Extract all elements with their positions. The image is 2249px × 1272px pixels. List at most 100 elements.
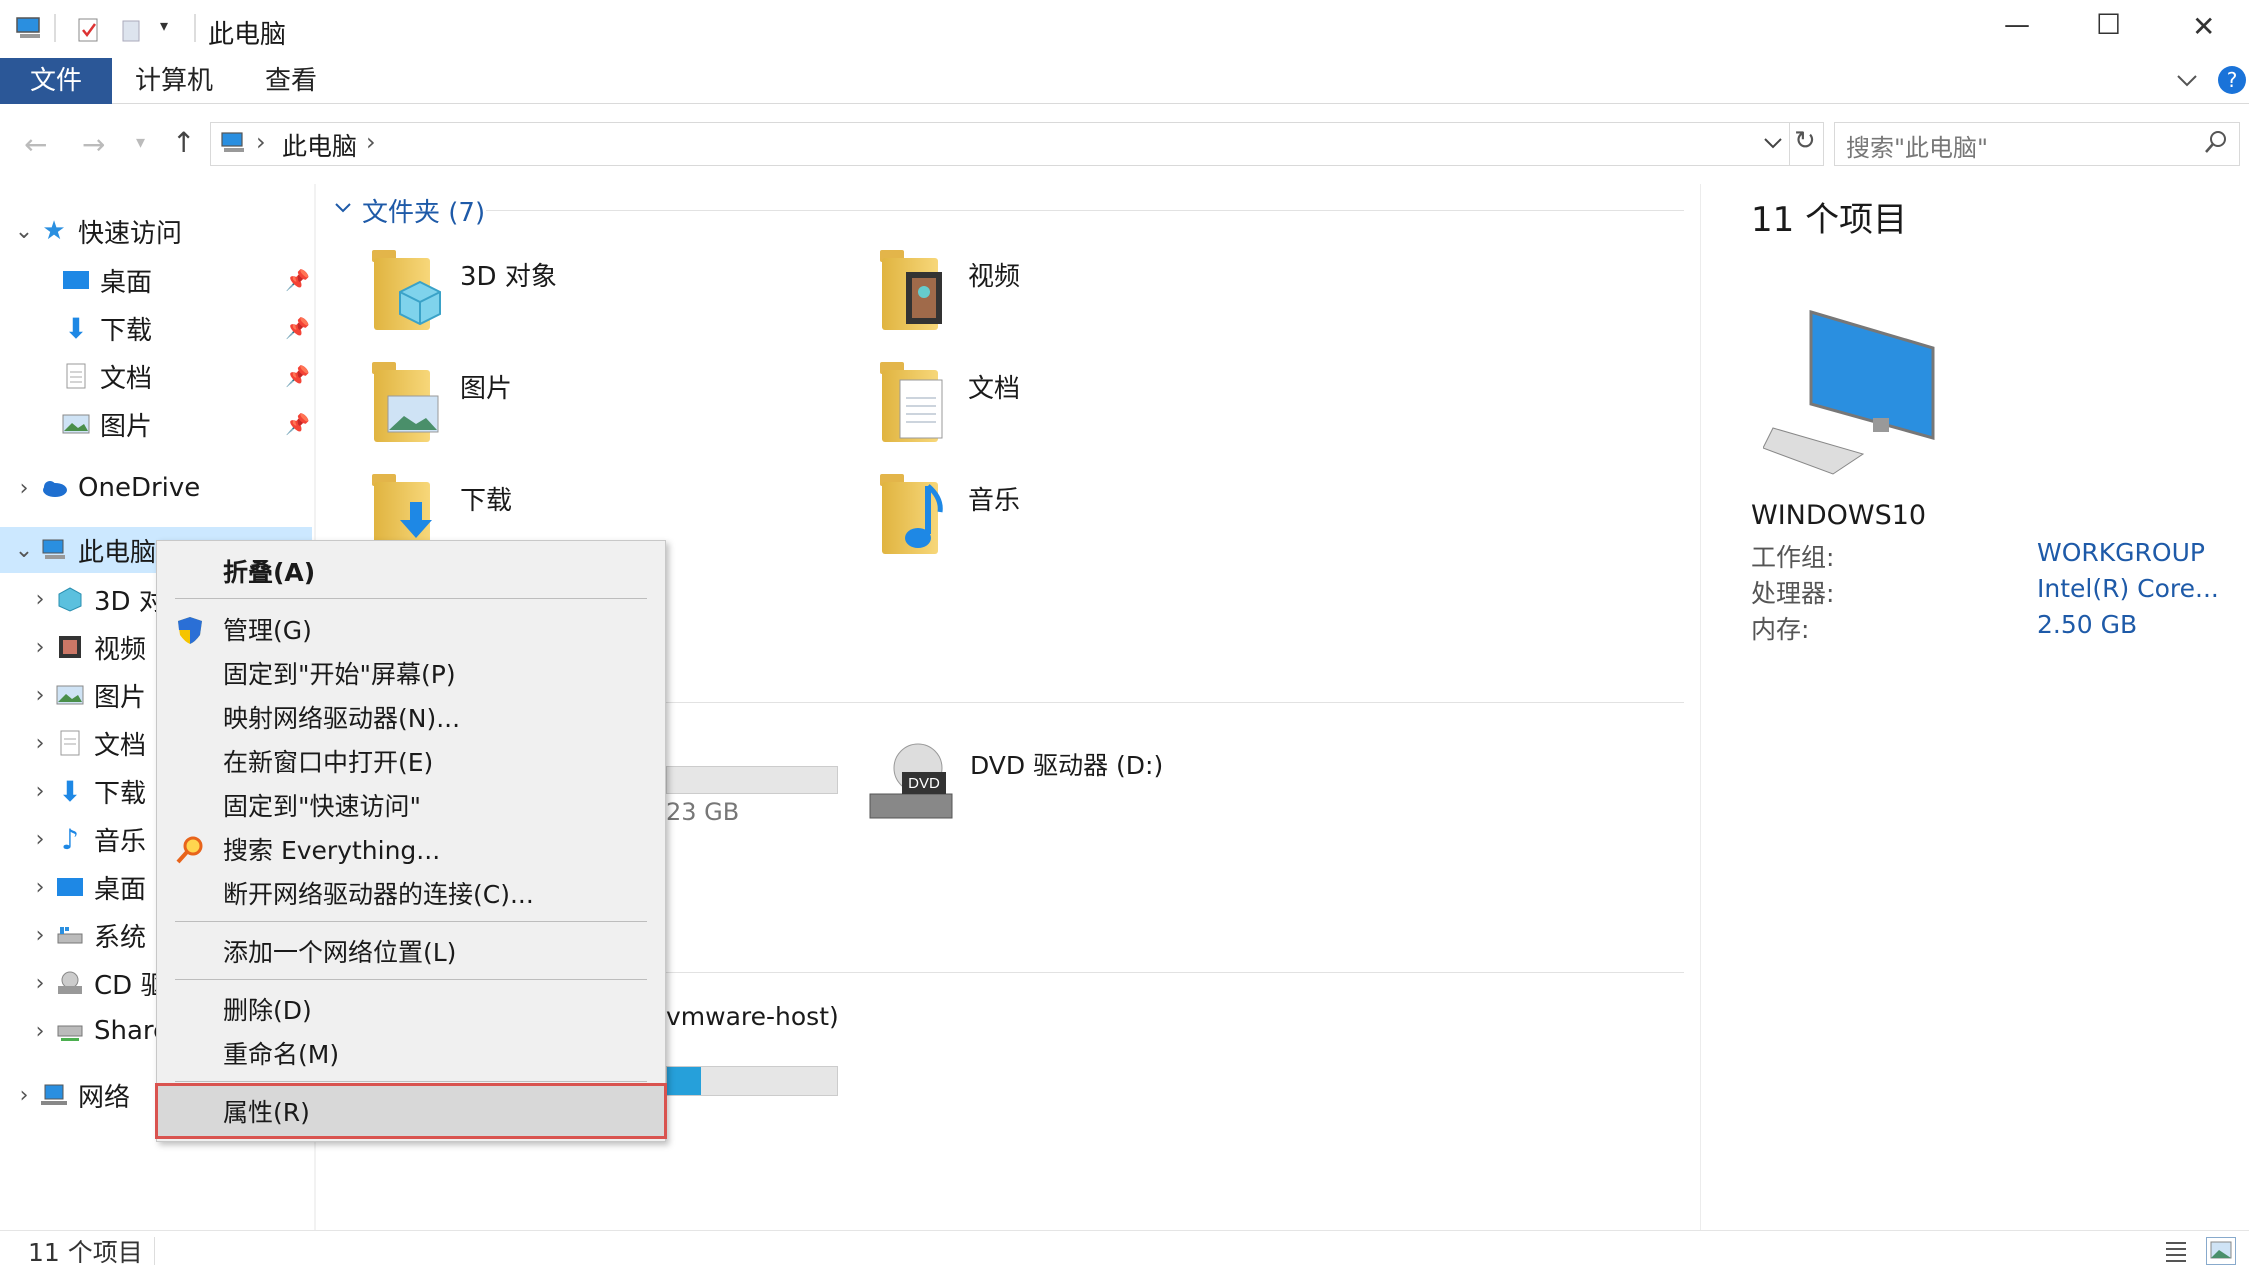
dvd-drive-item[interactable]: DVD DVD 驱动器 (D:) bbox=[866, 740, 1306, 840]
network-location-label[interactable]: vmware-host) bbox=[666, 1002, 839, 1031]
expand-chevron-icon[interactable]: › bbox=[26, 683, 54, 708]
nav-desktop[interactable]: 桌面 📌 bbox=[60, 257, 310, 303]
expand-chevron-icon[interactable]: › bbox=[26, 731, 54, 756]
expand-chevron-icon[interactable]: › bbox=[26, 587, 54, 612]
nav-downloads[interactable]: ⬇ 下载 📌 bbox=[60, 305, 310, 351]
tab-computer[interactable]: 计算机 bbox=[124, 58, 224, 104]
menu-item-rename[interactable]: 重命名(M) bbox=[157, 1031, 665, 1075]
nav-label: 图片 bbox=[100, 411, 153, 442]
details-view-icon[interactable] bbox=[2162, 1237, 2190, 1265]
status-bar: 11 个项目 bbox=[0, 1230, 2249, 1272]
menu-separator bbox=[175, 598, 647, 599]
expand-chevron-icon[interactable]: › bbox=[26, 779, 54, 804]
expand-chevron-icon[interactable]: ⌄ bbox=[10, 219, 38, 244]
quick-access-dropdown-icon[interactable]: ▾ bbox=[160, 16, 168, 35]
nav-pc-videos[interactable]: › 视频 bbox=[26, 624, 146, 670]
nav-pc-system[interactable]: › 系统 bbox=[26, 912, 146, 958]
expand-chevron-icon[interactable]: › bbox=[26, 827, 54, 852]
search-input[interactable]: 搜索"此电脑" bbox=[1846, 128, 1988, 163]
nav-pc-cd[interactable]: › CD 驱 bbox=[26, 960, 167, 1006]
folders-section-header[interactable]: 文件夹 (7) bbox=[362, 192, 485, 229]
nav-label: 桌面 bbox=[94, 874, 147, 905]
ribbon-expand-icon[interactable] bbox=[2172, 66, 2202, 96]
expand-chevron-icon[interactable]: › bbox=[10, 476, 38, 501]
up-icon[interactable]: ↑ bbox=[172, 126, 195, 159]
cube-icon bbox=[54, 585, 86, 613]
nav-label: 音乐 bbox=[94, 826, 147, 857]
expand-chevron-icon[interactable]: › bbox=[26, 923, 54, 948]
expand-chevron-icon[interactable]: › bbox=[26, 971, 54, 996]
folder-label: 文档 bbox=[968, 374, 1021, 404]
nav-pc-desktop[interactable]: › 桌面 bbox=[26, 864, 146, 910]
menu-item-delete[interactable]: 删除(D) bbox=[157, 987, 665, 1031]
nav-pictures[interactable]: 图片 📌 bbox=[60, 401, 310, 447]
network-usage-bar bbox=[666, 1066, 838, 1096]
large-icons-view-icon[interactable] bbox=[2206, 1237, 2236, 1265]
menu-item-add-network-location[interactable]: 添加一个网络位置(L) bbox=[157, 929, 665, 973]
nav-network[interactable]: › 网络 bbox=[10, 1072, 130, 1118]
folder-3d-objects[interactable]: 3D 对象 bbox=[366, 244, 557, 332]
menu-item-properties[interactable]: 属性(R) bbox=[157, 1089, 665, 1133]
expand-chevron-icon[interactable]: ⌄ bbox=[10, 538, 38, 563]
menu-item-manage[interactable]: 管理(G) bbox=[157, 607, 665, 651]
pin-icon[interactable]: 📌 bbox=[285, 316, 310, 340]
section-collapse-icon[interactable] bbox=[332, 196, 354, 220]
new-folder-icon[interactable] bbox=[120, 16, 144, 44]
help-icon[interactable]: ? bbox=[2218, 66, 2246, 94]
expand-chevron-icon[interactable]: › bbox=[26, 1019, 54, 1044]
folder-label: 音乐 bbox=[968, 486, 1021, 516]
nav-pc-3d[interactable]: › 3D 对 bbox=[26, 576, 165, 622]
section-rule bbox=[486, 210, 1684, 211]
menu-item-map-drive[interactable]: 映射网络驱动器(N)... bbox=[157, 695, 665, 739]
nav-pc-pictures[interactable]: › 图片 bbox=[26, 672, 146, 718]
nav-pc-music[interactable]: › ♪ 音乐 bbox=[26, 816, 146, 862]
tab-file[interactable]: 文件 bbox=[0, 58, 112, 104]
folder-videos[interactable]: 视频 bbox=[874, 244, 1020, 332]
expand-chevron-icon[interactable]: › bbox=[10, 1083, 38, 1108]
drive-usage-bar bbox=[666, 766, 838, 794]
address-dropdown-icon[interactable] bbox=[1760, 128, 1786, 158]
folder-music[interactable]: 音乐 bbox=[874, 468, 1020, 556]
menu-item-open-new-window[interactable]: 在新窗口中打开(E) bbox=[157, 739, 665, 783]
nav-label: 快速访问 bbox=[78, 218, 183, 249]
tab-view[interactable]: 查看 bbox=[246, 58, 336, 104]
path-chevron-icon-2[interactable]: › bbox=[366, 128, 376, 156]
nav-pc-share[interactable]: › Share bbox=[26, 1008, 169, 1054]
search-icon[interactable] bbox=[2202, 128, 2230, 158]
menu-item-disconnect-drive[interactable]: 断开网络驱动器的连接(C)... bbox=[157, 871, 665, 915]
minimize-button[interactable]: — bbox=[2004, 10, 2030, 40]
menu-item-search-everything[interactable]: 搜索 Everything... bbox=[157, 827, 665, 871]
folder-pictures[interactable]: 图片 bbox=[366, 356, 512, 444]
nav-pc-documents[interactable]: › 文档 bbox=[26, 720, 146, 766]
pin-icon[interactable]: 📌 bbox=[285, 268, 310, 292]
path-segment[interactable]: 此电脑 bbox=[282, 127, 357, 163]
menu-item-pin-start[interactable]: 固定到"开始"屏幕(P) bbox=[157, 651, 665, 695]
nav-documents[interactable]: 文档 📌 bbox=[60, 353, 310, 399]
back-icon[interactable]: ← bbox=[24, 128, 47, 161]
pin-icon[interactable]: 📌 bbox=[285, 412, 310, 436]
path-chevron-icon[interactable]: › bbox=[256, 128, 266, 156]
properties-icon[interactable] bbox=[76, 16, 102, 44]
nav-quick-access[interactable]: ⌄ ★ 快速访问 bbox=[10, 208, 182, 254]
nav-this-pc[interactable]: ⌄ 此电脑 bbox=[10, 527, 156, 573]
expand-chevron-icon[interactable]: › bbox=[26, 875, 54, 900]
menu-item-pin-quick-access[interactable]: 固定到"快速访问" bbox=[157, 783, 665, 827]
address-bar[interactable] bbox=[210, 122, 1790, 166]
section-rule-network bbox=[666, 972, 1684, 973]
menu-label: 搜索 Everything... bbox=[223, 836, 441, 865]
menu-separator bbox=[175, 921, 647, 922]
nav-onedrive[interactable]: › OneDrive bbox=[10, 465, 201, 511]
maximize-button[interactable]: ☐ bbox=[2096, 8, 2121, 41]
menu-item-collapse[interactable]: 折叠(A) bbox=[157, 549, 665, 593]
close-button[interactable]: ✕ bbox=[2192, 10, 2215, 43]
expand-chevron-icon[interactable]: › bbox=[26, 635, 54, 660]
computer-name: WINDOWS10 bbox=[1751, 500, 1927, 531]
prop-value: Intel(R) Core... bbox=[2037, 574, 2219, 603]
nav-pc-downloads[interactable]: › ⬇ 下载 bbox=[26, 768, 146, 814]
forward-icon[interactable]: → bbox=[82, 128, 105, 161]
refresh-icon[interactable]: ↻ bbox=[1794, 126, 1816, 156]
recent-locations-icon[interactable]: ▾ bbox=[136, 132, 145, 153]
pin-icon[interactable]: 📌 bbox=[285, 364, 310, 388]
shield-icon bbox=[178, 617, 202, 644]
folder-documents[interactable]: 文档 bbox=[874, 356, 1020, 444]
